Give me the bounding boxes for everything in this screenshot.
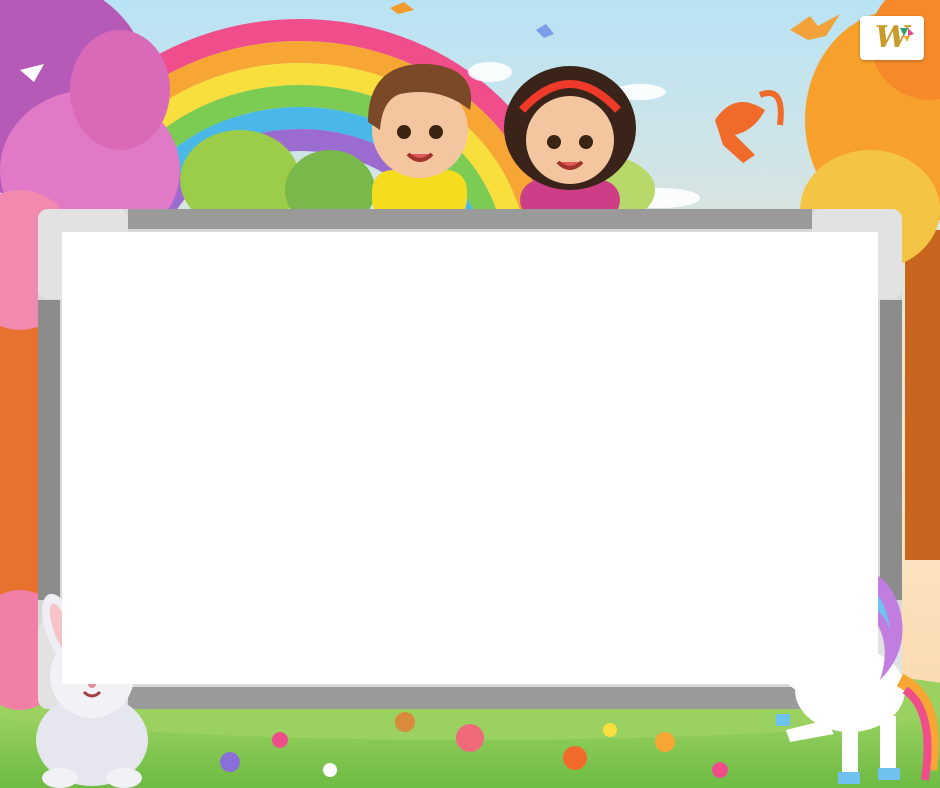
girl-icon <box>504 66 636 220</box>
logo-icon <box>900 28 914 42</box>
logo-badge: W <box>860 16 924 60</box>
whiteboard-surface <box>62 232 878 684</box>
kids-whiteboard-scene: W <box>0 0 940 788</box>
boy-icon <box>368 63 472 220</box>
